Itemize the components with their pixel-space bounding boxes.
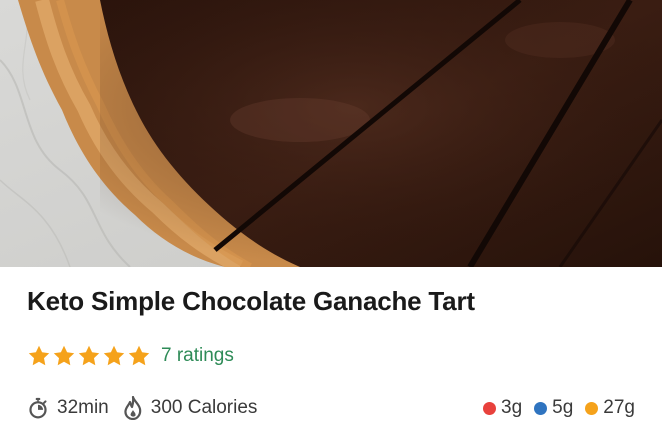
macro-value: 5g	[552, 397, 574, 418]
macro-item: 5g	[534, 397, 573, 419]
rating-row: 7 ratings	[27, 341, 234, 371]
star-rating[interactable]	[27, 344, 151, 368]
star-icon	[53, 345, 75, 366]
star-icon	[78, 345, 100, 366]
star-icon	[128, 345, 150, 366]
macro-value: 27g	[603, 397, 635, 418]
recipe-card[interactable]: Keto Simple Chocolate Ganache Tart 7 rat…	[0, 0, 662, 442]
flame-icon	[124, 396, 141, 420]
macro-dot-blue	[534, 401, 548, 415]
recipe-meta-row: 32min 300 Calories 3g 5g 27g	[27, 393, 635, 423]
star-icon	[103, 345, 125, 366]
stopwatch-icon	[29, 397, 47, 419]
cook-time: 32min	[27, 397, 109, 419]
calories: 300 Calories	[123, 396, 258, 420]
macro-item: 27g	[585, 397, 635, 419]
macro-nutrients: 3g 5g 27g	[483, 397, 635, 419]
recipe-title[interactable]: Keto Simple Chocolate Ganache Tart	[27, 286, 475, 317]
macro-value: 3g	[501, 397, 523, 418]
macro-item: 3g	[483, 397, 522, 419]
macro-dot-orange	[585, 401, 599, 415]
macro-dot-red	[483, 401, 497, 415]
recipe-image[interactable]	[0, 0, 662, 267]
star-icon	[28, 345, 50, 366]
ratings-count-link[interactable]: 7 ratings	[161, 345, 234, 367]
calories-text: 300 Calories	[150, 397, 258, 418]
cook-time-text: 32min	[57, 397, 109, 418]
